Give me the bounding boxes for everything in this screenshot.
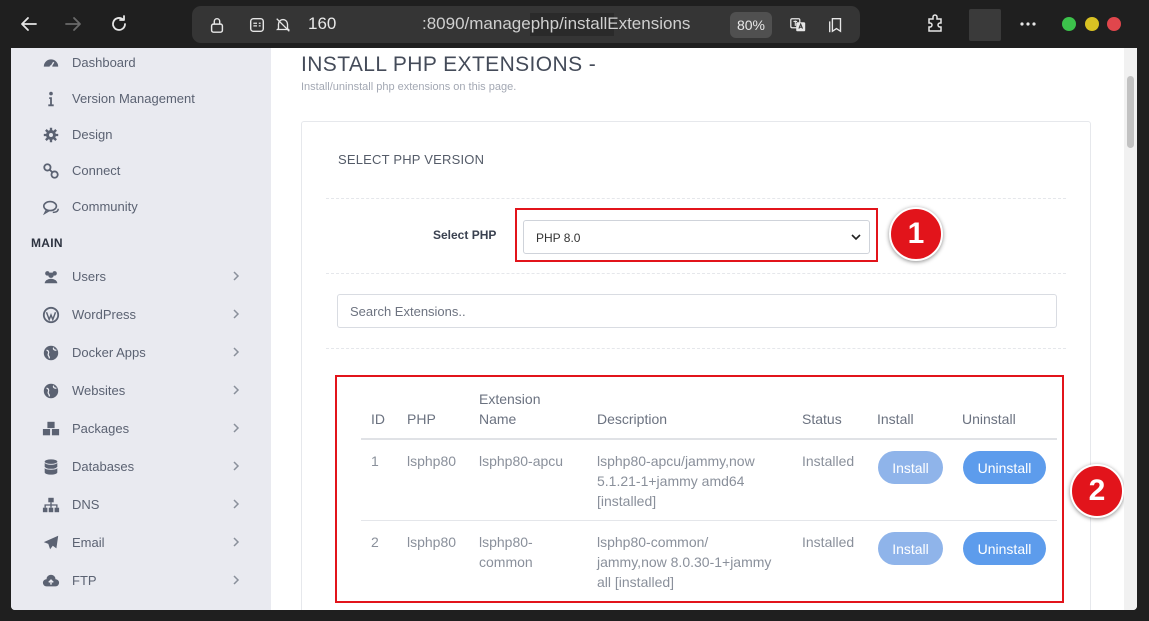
- reload-icon: [112, 15, 126, 31]
- cloud-upload-icon: [41, 571, 61, 591]
- page-scrollbar[interactable]: [1124, 48, 1137, 610]
- sidebar-item-databases[interactable]: Databases: [11, 452, 251, 482]
- chevron-right-icon: [233, 347, 240, 357]
- sidebar-item-websites[interactable]: Websites: [11, 376, 251, 406]
- notifications-off-icon[interactable]: [273, 15, 293, 35]
- reload-button[interactable]: [103, 8, 135, 40]
- wordpress-icon: [41, 305, 61, 325]
- chevron-right-icon: [233, 461, 240, 471]
- sidebar-item-dashboard[interactable]: Dashboard: [11, 48, 251, 78]
- globe-icon: [41, 343, 61, 363]
- back-arrow-icon: [21, 17, 37, 31]
- dashboard-icon: [41, 53, 61, 73]
- sitemap-icon: [41, 495, 61, 515]
- chevron-right-icon: [233, 385, 240, 395]
- ellipsis-icon: [1020, 22, 1036, 26]
- link-icon: [41, 161, 61, 181]
- sidebar: Dashboard Version Management Design Conn…: [11, 48, 271, 610]
- extensions-button[interactable]: [919, 8, 951, 40]
- sidebar-item-design[interactable]: Design: [11, 120, 251, 150]
- sidebar-item-community[interactable]: Community: [11, 192, 251, 222]
- forward-button[interactable]: [57, 8, 89, 40]
- sidebar-item-packages[interactable]: Packages: [11, 414, 251, 444]
- card-heading: SELECT PHP VERSION: [338, 152, 485, 167]
- page-viewport: Dashboard Version Management Design Conn…: [11, 48, 1137, 610]
- annotation-badge-2: 2: [1070, 464, 1124, 518]
- puzzle-icon: [928, 14, 942, 32]
- php-extensions-card: SELECT PHP VERSION Select PHP PHP 8.0 ID…: [301, 121, 1091, 610]
- sidebar-item-users[interactable]: Users: [11, 262, 251, 292]
- chevron-right-icon: [233, 423, 240, 433]
- back-button[interactable]: [13, 8, 45, 40]
- sidebar-item-dns[interactable]: DNS: [11, 490, 251, 520]
- gear-icon: [41, 125, 61, 145]
- annotation-badge-1: 1: [889, 207, 943, 261]
- sidebar-item-connect[interactable]: Connect: [11, 156, 251, 186]
- maximize-window-button[interactable]: [1085, 17, 1099, 31]
- url-path: :8090/managephp/installExtensions: [422, 14, 691, 33]
- chevron-right-icon: [233, 575, 240, 585]
- globe-icon: [41, 381, 61, 401]
- sidebar-item-docker-apps[interactable]: Docker Apps: [11, 338, 251, 368]
- browser-toolbar: 160 :8090/managephp/installExtensions 80…: [0, 0, 1149, 48]
- scrollbar-thumb[interactable]: [1127, 76, 1134, 148]
- translate-icon[interactable]: [788, 15, 808, 35]
- highlight-box-extensions-table: [335, 375, 1064, 603]
- users-icon: [41, 267, 61, 287]
- chevron-right-icon: [233, 309, 240, 319]
- page-title: INSTALL PHP EXTENSIONS -: [301, 53, 597, 76]
- highlight-box-php-select: [515, 208, 878, 262]
- paper-plane-icon: [41, 533, 61, 553]
- favorites-icon[interactable]: [826, 15, 846, 35]
- chevron-right-icon: [233, 537, 240, 547]
- cubes-icon: [41, 419, 61, 439]
- minimize-window-button[interactable]: [1062, 17, 1076, 31]
- forward-arrow-icon: [65, 17, 81, 31]
- main-content: INSTALL PHP EXTENSIONS - Install/uninsta…: [271, 48, 1124, 610]
- zoom-indicator[interactable]: 80%: [730, 12, 772, 38]
- divider: [326, 273, 1066, 274]
- lock-icon[interactable]: [207, 15, 227, 35]
- reader-mode-icon[interactable]: [247, 15, 267, 35]
- more-menu-button[interactable]: [1012, 8, 1044, 40]
- info-icon: [41, 89, 61, 109]
- address-bar[interactable]: 160 :8090/managephp/installExtensions 80…: [192, 6, 860, 43]
- search-extensions-input[interactable]: [337, 294, 1057, 328]
- select-php-label: Select PHP: [433, 228, 497, 242]
- url-host: 160: [308, 14, 337, 33]
- close-window-button[interactable]: [1107, 17, 1121, 31]
- divider: [326, 198, 1066, 199]
- comments-icon: [41, 197, 61, 217]
- sidebar-item-version-management[interactable]: Version Management: [11, 84, 251, 114]
- chevron-right-icon: [233, 271, 240, 281]
- sidebar-item-email[interactable]: Email: [11, 528, 251, 558]
- sidebar-item-ftp[interactable]: FTP: [11, 566, 251, 596]
- page-subtitle: Install/uninstall php extensions on this…: [301, 81, 517, 93]
- divider: [326, 348, 1066, 349]
- database-icon: [41, 457, 61, 477]
- chevron-right-icon: [233, 499, 240, 509]
- sidebar-item-wordpress[interactable]: WordPress: [11, 300, 251, 330]
- sidebar-section-main: MAIN: [31, 236, 63, 250]
- profile-avatar[interactable]: [969, 9, 1001, 41]
